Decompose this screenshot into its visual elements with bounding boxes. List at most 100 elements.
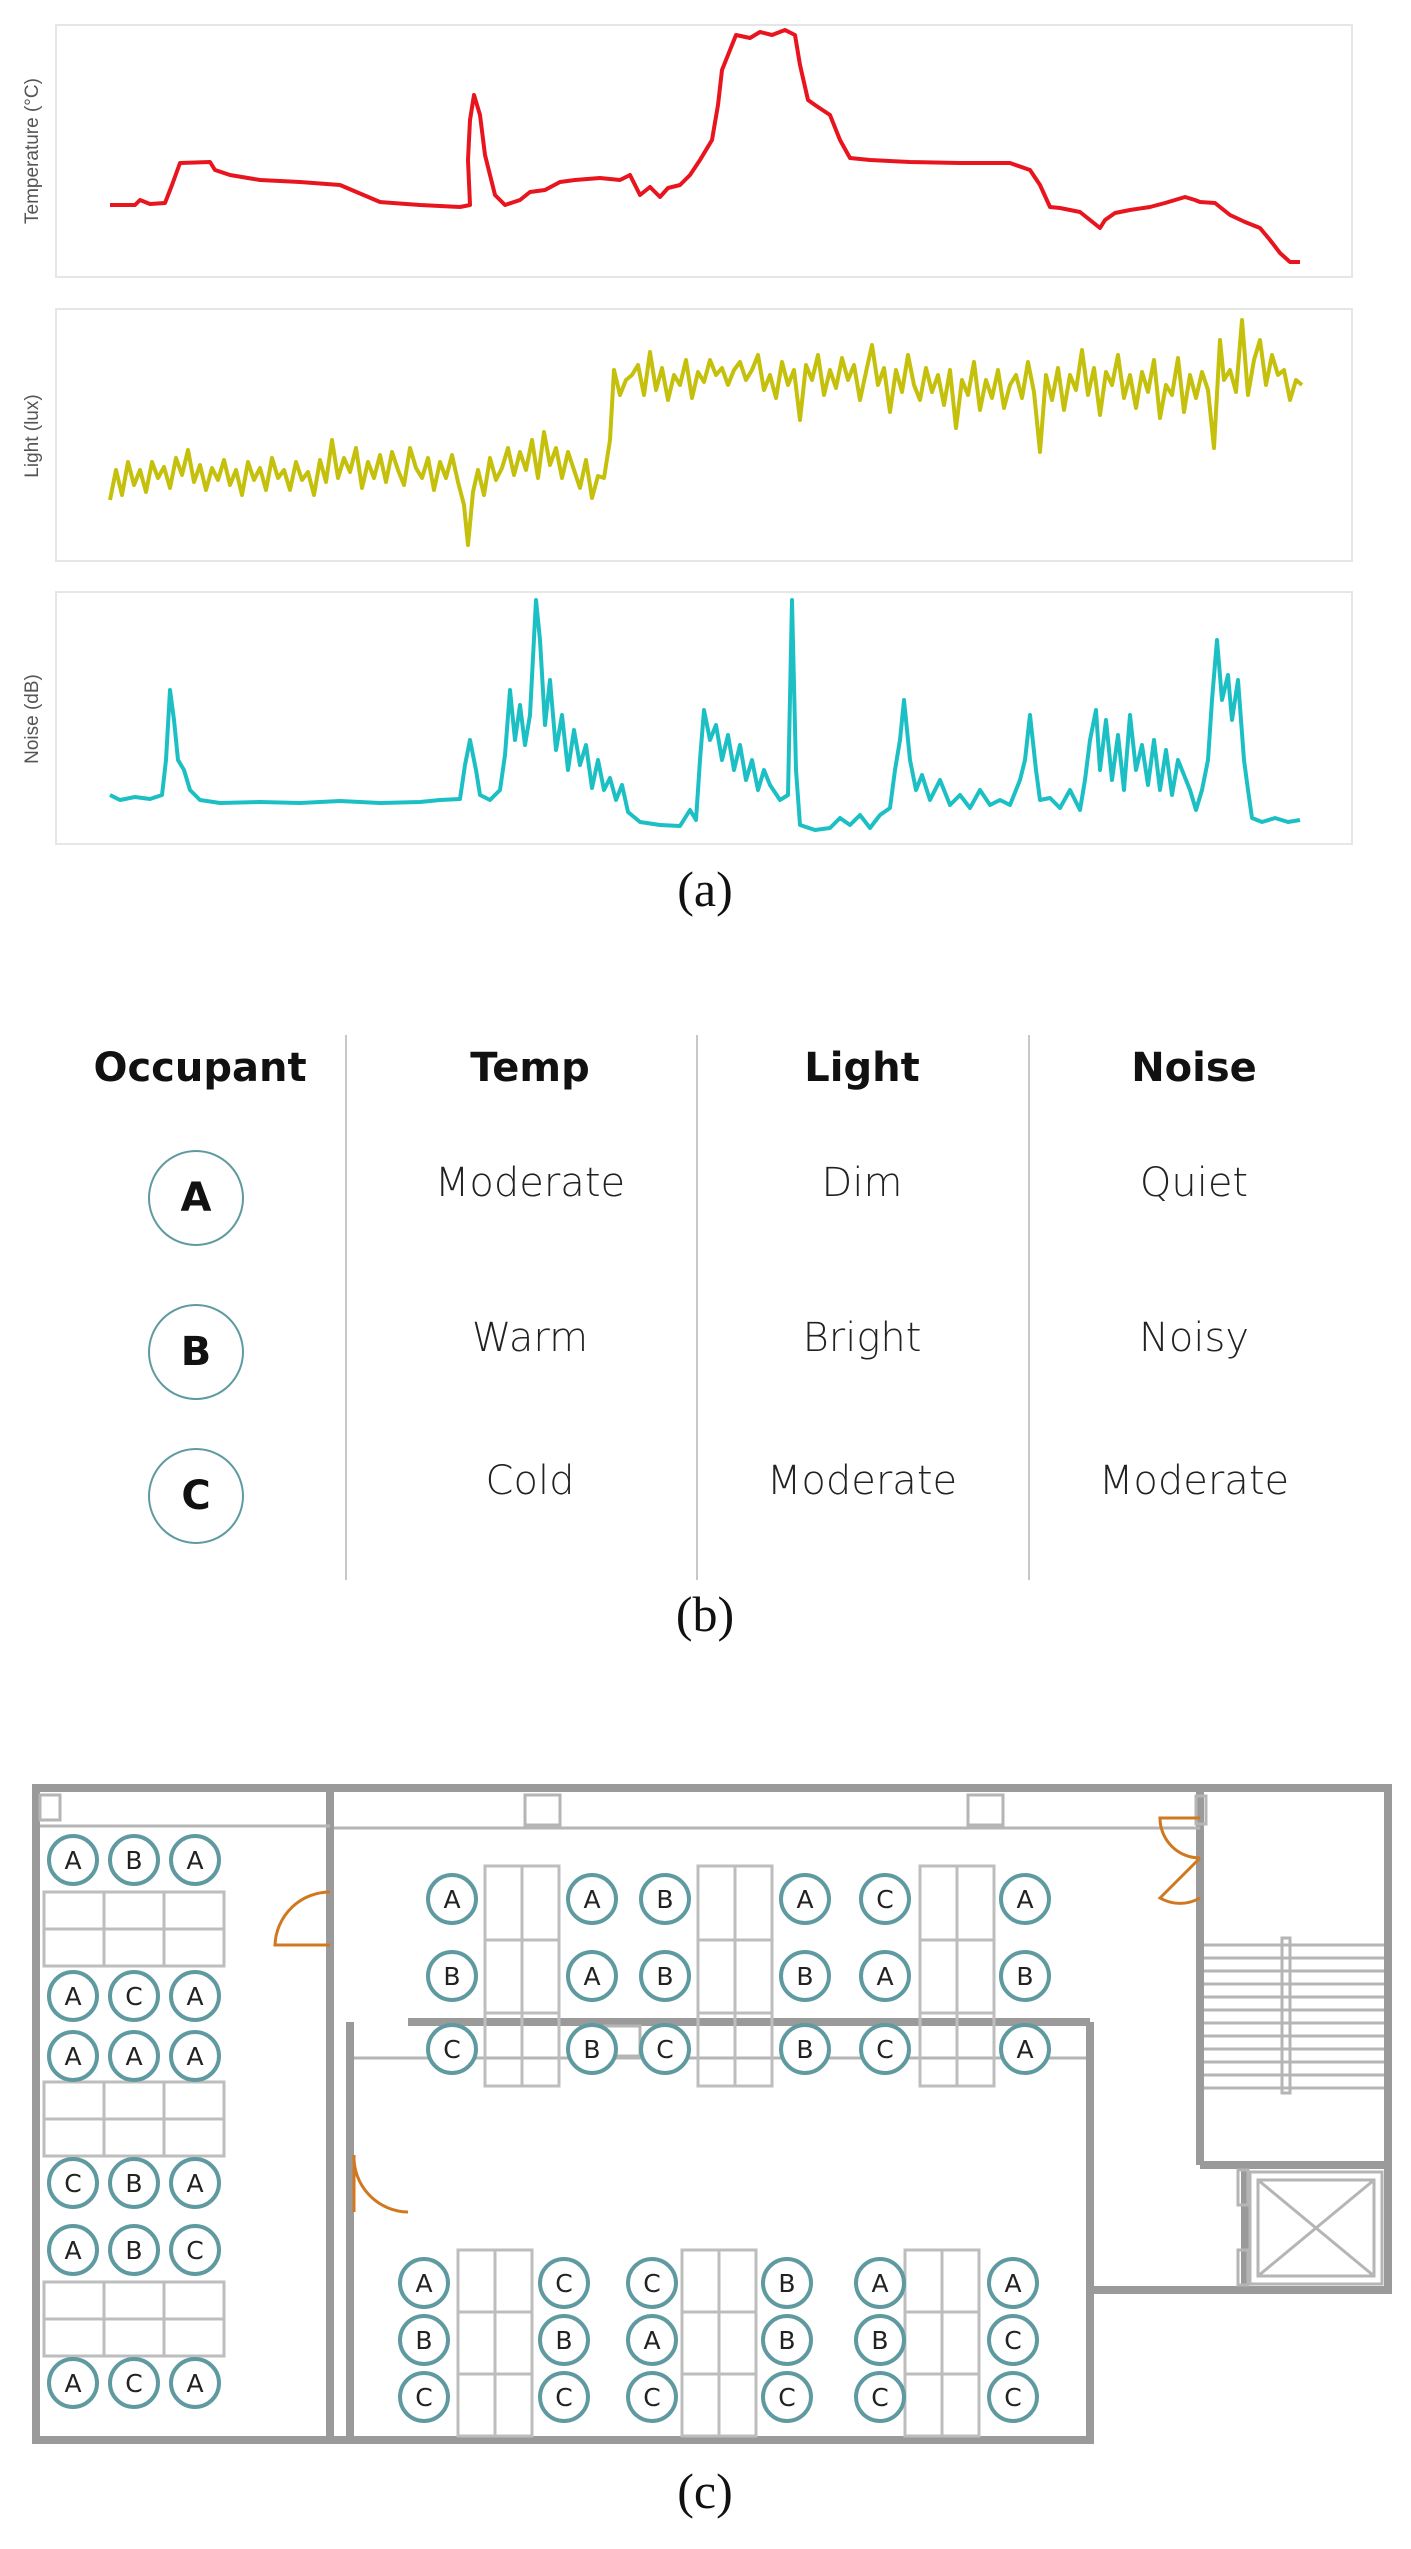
desk-block <box>42 2080 226 2158</box>
desk-block <box>696 1864 774 2088</box>
seat-label: A <box>871 2269 888 2298</box>
seat-label: A <box>64 2236 81 2265</box>
seat-c: C <box>987 2371 1039 2423</box>
seat-c: C <box>987 2314 1039 2366</box>
seat-label: A <box>583 1885 600 1914</box>
seat-label: A <box>1016 1885 1033 1914</box>
doors <box>273 1816 1202 2214</box>
seat-label: A <box>64 1982 81 2011</box>
seat-a: A <box>999 1873 1051 1925</box>
seat-a: A <box>169 1970 221 2022</box>
seat-a: A <box>854 2257 906 2309</box>
door-arc <box>1158 1816 1201 1860</box>
seat-a: A <box>779 1873 831 1925</box>
seat-c: C <box>859 1873 911 1925</box>
seat-label: C <box>871 2383 888 2412</box>
seat-a: A <box>47 2030 99 2082</box>
seat-label: C <box>443 2035 460 2064</box>
seat-label: C <box>555 2269 572 2298</box>
seat-b: B <box>108 2224 160 2276</box>
seat-c: C <box>108 2357 160 2409</box>
seat-label: A <box>415 2269 432 2298</box>
seat-a: A <box>108 2030 160 2082</box>
seat-label: C <box>643 2269 660 2298</box>
thin-walls <box>38 1793 1384 2287</box>
seat-label: C <box>656 2035 673 2064</box>
seat-markers: A B AA C AA A AC B AA B CA C AABCAABBBCABBCACABAABCC… <box>47 1834 1051 2423</box>
seat-label: A <box>796 1885 813 1914</box>
seat-label: B <box>555 2326 572 2355</box>
seat-b: B <box>639 1950 691 2002</box>
seat-label: A <box>876 1962 893 1991</box>
seat-label: C <box>125 2369 142 2398</box>
seat-b: B <box>426 1950 478 2002</box>
seat-label: C <box>1004 2383 1021 2412</box>
seat-label: C <box>1004 2326 1021 2355</box>
seat-label: B <box>871 2326 888 2355</box>
seat-label: A <box>186 2369 203 2398</box>
seat-label: B <box>125 2236 142 2265</box>
seat-b: B <box>108 1834 160 1886</box>
seat-label: B <box>778 2326 795 2355</box>
seat-b: B <box>108 2157 160 2209</box>
seat-b: B <box>761 2257 813 2309</box>
seat-a: A <box>566 1950 618 2002</box>
seat-label: B <box>125 2169 142 2198</box>
seat-label: C <box>778 2383 795 2412</box>
seat-b: B <box>566 2023 618 2075</box>
seat-label: B <box>656 1962 673 1991</box>
caption-c: (c) <box>677 2463 733 2519</box>
elevator <box>1248 2170 1384 2286</box>
seat-label: A <box>186 1982 203 2011</box>
seat-label: B <box>656 1885 673 1914</box>
seat-label: C <box>186 2236 203 2265</box>
desk-block <box>680 2248 758 2438</box>
seat-b: B <box>779 1950 831 2002</box>
desk-block <box>42 1890 226 1968</box>
walls <box>32 1784 1392 2444</box>
seat-label: A <box>64 1846 81 1875</box>
desk-block <box>456 2248 534 2438</box>
seat-label: A <box>1016 2035 1033 2064</box>
seat-b: B <box>639 1873 691 1925</box>
door-arc <box>352 2154 409 2214</box>
desk-block <box>903 2248 981 2438</box>
seat-label: A <box>1004 2269 1021 2298</box>
seat-label: A <box>125 2042 142 2071</box>
seat-label: C <box>876 1885 893 1914</box>
seat-label: B <box>583 2035 600 2064</box>
staircase <box>1204 1936 1384 2095</box>
desk-block <box>42 2280 226 2358</box>
seat-label: A <box>186 2169 203 2198</box>
seat-c: C <box>538 2371 590 2423</box>
seat-c: C <box>854 2371 906 2423</box>
seat-c: C <box>761 2371 813 2423</box>
seat-label: B <box>796 1962 813 1991</box>
seat-label: B <box>778 2269 795 2298</box>
seat-a: A <box>987 2257 1039 2309</box>
desks <box>42 1864 996 2438</box>
seat-c: C <box>169 2224 221 2276</box>
seat-a: A <box>47 1970 99 2022</box>
seat-c: C <box>398 2371 450 2423</box>
door-arc <box>1157 1856 1202 1905</box>
seat-c: C <box>538 2257 590 2309</box>
seat-c: C <box>426 2023 478 2075</box>
desk-block <box>918 1864 996 2088</box>
seat-label: B <box>796 2035 813 2064</box>
seat-a: A <box>169 1834 221 1886</box>
seat-a: A <box>566 1873 618 1925</box>
seat-label: C <box>64 2169 81 2198</box>
floor-plan: A B AA C AA A AC B AA B CA C AABCAABBBCABBCACABAABCC… <box>32 1784 1392 2444</box>
seat-label: C <box>125 1982 142 2011</box>
seat-a: A <box>999 2023 1051 2075</box>
door-arc <box>273 1890 331 1947</box>
seat-a: A <box>169 2030 221 2082</box>
seat-label: B <box>415 2326 432 2355</box>
seat-label: A <box>583 1962 600 1991</box>
seat-label: B <box>1016 1962 1033 1991</box>
seat-label: C <box>415 2383 432 2412</box>
seat-label: C <box>555 2383 572 2412</box>
seat-a: A <box>426 1873 478 1925</box>
seat-a: A <box>859 1950 911 2002</box>
